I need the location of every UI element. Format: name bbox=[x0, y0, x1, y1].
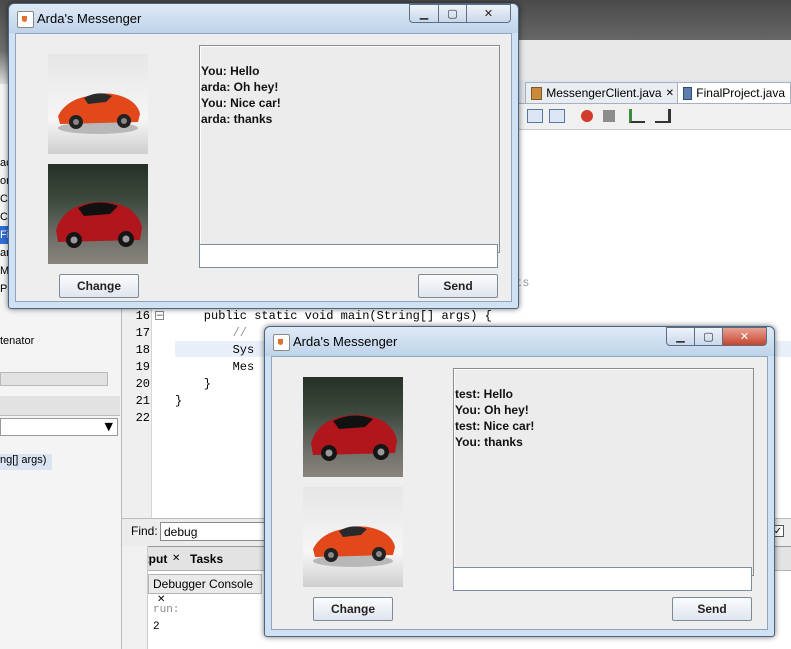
send-button[interactable]: Send bbox=[418, 274, 498, 298]
java-icon bbox=[273, 334, 290, 351]
tab-label: MessengerClient.java bbox=[546, 86, 662, 100]
comment-icon[interactable] bbox=[629, 109, 645, 123]
console-line: run: bbox=[153, 604, 180, 616]
window-content: test: Hello You: Oh hey! test: Nice car!… bbox=[271, 356, 768, 630]
code-line: public static void main(String[] args) { bbox=[175, 309, 492, 323]
message-input[interactable] bbox=[199, 244, 498, 268]
prev-icon[interactable] bbox=[527, 109, 543, 123]
close-button[interactable]: ✕ bbox=[466, 4, 511, 23]
chat-message: test: Nice car! bbox=[455, 419, 535, 433]
java-file-icon bbox=[683, 86, 693, 100]
horizontal-scrollbar[interactable] bbox=[0, 372, 108, 386]
find-input[interactable]: debug bbox=[160, 522, 270, 541]
car-image-orange[interactable] bbox=[303, 487, 403, 587]
window-title: Arda's Messenger bbox=[293, 334, 398, 349]
chat-history: test: Hello You: Oh hey! test: Nice car!… bbox=[453, 368, 754, 576]
chat-message: test: Hello bbox=[455, 387, 514, 401]
close-icon[interactable]: ✕ bbox=[172, 553, 180, 564]
red-car-picture bbox=[311, 414, 397, 461]
ide-editor-toolbar bbox=[515, 104, 791, 130]
window-title: Arda's Messenger bbox=[37, 11, 142, 26]
chat-message: You: Hello bbox=[201, 64, 260, 78]
orange-car-picture bbox=[313, 526, 395, 567]
ide-toolbar bbox=[515, 40, 791, 80]
line-number: 19 bbox=[135, 360, 150, 374]
console-tab[interactable]: Debugger Console ✕ bbox=[148, 574, 262, 605]
tab-messenger-client[interactable]: MessengerClient.java ✕ bbox=[525, 82, 680, 103]
line-number: 21 bbox=[135, 394, 150, 408]
chat-message: You: Nice car! bbox=[201, 96, 281, 110]
navigator-header bbox=[0, 396, 120, 416]
java-icon bbox=[17, 11, 34, 28]
chat-message: arda: thanks bbox=[201, 112, 273, 126]
chevron-down-icon: ▼ bbox=[104, 420, 113, 433]
tab-final-project[interactable]: FinalProject.java bbox=[677, 82, 791, 103]
close-icon[interactable]: ✕ bbox=[666, 88, 674, 99]
car-image-red[interactable] bbox=[48, 164, 148, 264]
record-icon[interactable] bbox=[581, 110, 593, 122]
line-number: 18 bbox=[135, 343, 150, 357]
ide-side-strip bbox=[122, 546, 148, 649]
maximize-button[interactable]: ▢ bbox=[694, 327, 723, 346]
close-button[interactable]: ✕ bbox=[722, 327, 767, 346]
line-number: 17 bbox=[135, 326, 150, 340]
navigator-item[interactable]: tenator bbox=[0, 335, 34, 347]
chat-message: You: thanks bbox=[455, 435, 523, 449]
send-button[interactable]: Send bbox=[672, 597, 752, 621]
stop-icon[interactable] bbox=[603, 110, 615, 122]
messenger-window: Arda's Messenger ▁ ▢ ✕ You: Hello arda: … bbox=[8, 3, 519, 309]
navigator-dropdown[interactable]: ▼ bbox=[0, 418, 118, 436]
change-button[interactable]: Change bbox=[59, 274, 139, 298]
line-number: 22 bbox=[135, 411, 150, 425]
messenger-window: Arda's Messenger ▁ ▢ ✕ test: Hello You: … bbox=[264, 326, 775, 637]
fold-icon[interactable]: − bbox=[155, 311, 164, 321]
console-output: run: 2 bbox=[153, 602, 179, 636]
change-button[interactable]: Change bbox=[313, 597, 393, 621]
window-content: You: Hello arda: Oh hey! You: Nice car! … bbox=[15, 33, 512, 302]
next-icon[interactable] bbox=[549, 109, 565, 123]
chat-message: arda: Oh hey! bbox=[201, 80, 279, 94]
car-image-red[interactable] bbox=[303, 377, 403, 477]
minimize-button[interactable]: ▁ bbox=[409, 4, 439, 23]
find-label: Find: bbox=[131, 524, 158, 538]
navigator-member[interactable]: ng[] args) bbox=[0, 454, 52, 470]
tab-label: FinalProject.java bbox=[696, 86, 785, 100]
line-number: 16 bbox=[135, 309, 150, 323]
ide-editor-tabs: MessengerClient.java ✕ FinalProject.java bbox=[515, 80, 791, 104]
uncomment-icon[interactable] bbox=[655, 109, 671, 123]
line-number: 20 bbox=[135, 377, 150, 391]
console-line: 2 bbox=[153, 621, 160, 633]
maximize-button[interactable]: ▢ bbox=[438, 4, 467, 23]
minimize-button[interactable]: ▁ bbox=[666, 327, 695, 346]
chat-message: You: Oh hey! bbox=[455, 403, 529, 417]
chat-history: You: Hello arda: Oh hey! You: Nice car! … bbox=[199, 45, 500, 253]
message-input[interactable] bbox=[453, 567, 752, 591]
tab-tasks[interactable]: Tasks bbox=[190, 552, 223, 566]
orange-car-picture bbox=[58, 93, 140, 134]
console-tab-label: Debugger Console bbox=[153, 577, 254, 591]
red-car-picture bbox=[56, 201, 142, 248]
car-image-orange[interactable] bbox=[48, 54, 148, 154]
java-file-icon bbox=[531, 86, 543, 100]
